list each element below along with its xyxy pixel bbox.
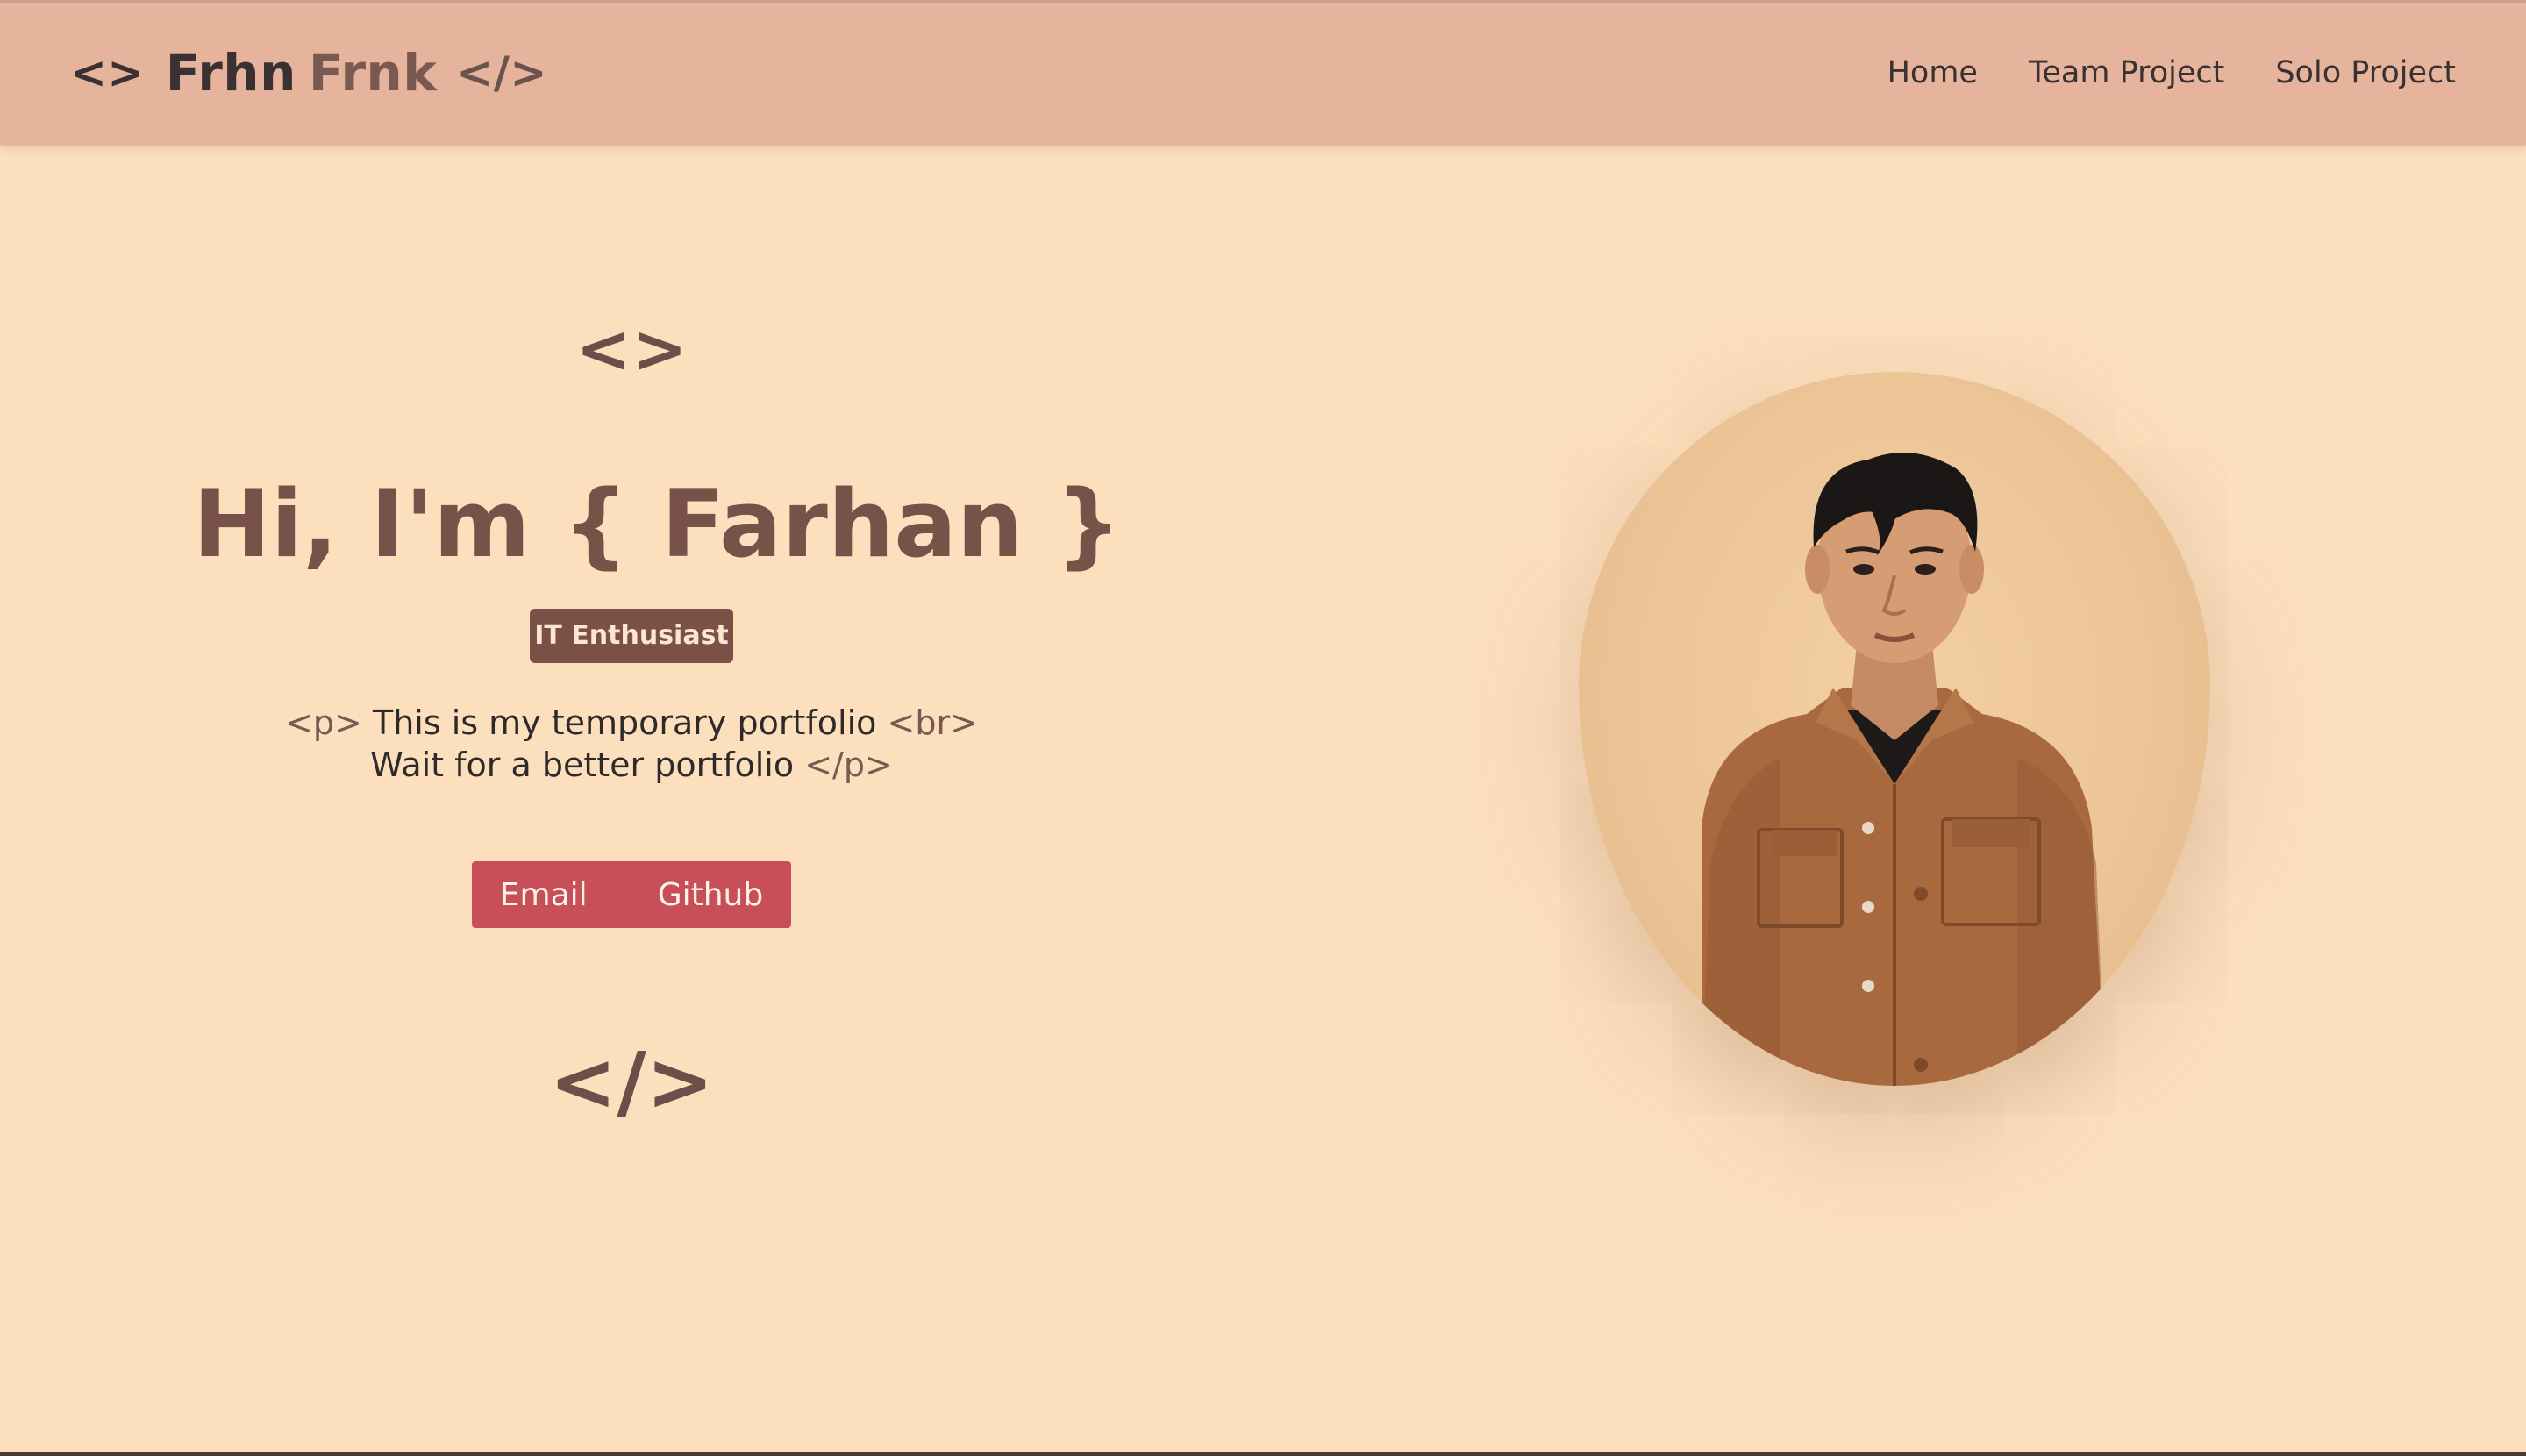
description-line-2: Wait for a better portfolio </p>	[193, 744, 1070, 786]
profile-photo	[1579, 372, 2210, 1086]
description-text-1: This is my temporary portfolio	[372, 703, 877, 742]
hero-section: <> Hi, I'm { Farhan } IT Enthusiast <p> …	[193, 310, 1122, 1140]
nav-link-home[interactable]: Home	[1887, 55, 1978, 90]
brand-open-code: <>	[70, 47, 145, 98]
nav-menu: Home Team Project Solo Project	[1887, 3, 2456, 143]
email-button[interactable]: Email	[500, 877, 588, 913]
code-bracket-open: <>	[575, 310, 688, 388]
code-bracket-close: </>	[549, 1035, 714, 1129]
description-text-2: Wait for a better portfolio	[370, 746, 795, 784]
tag-p-open: <p>	[285, 703, 362, 742]
hero-title: Hi, I'm { Farhan }	[193, 470, 1122, 578]
tag-br: <br>	[887, 703, 978, 742]
brand-logo[interactable]: <> Frhn Frnk </>	[70, 3, 547, 143]
nav-link-team-project[interactable]: Team Project	[2029, 55, 2224, 90]
contact-button-group: Email Github	[472, 861, 791, 928]
navbar: <> Frhn Frnk </> Home Team Project Solo …	[0, 0, 2526, 146]
nav-link-solo-project[interactable]: Solo Project	[2275, 55, 2456, 90]
brand-name-secondary: Frnk	[308, 43, 438, 103]
hero-description: <p> This is my temporary portfolio <br> …	[193, 702, 1070, 786]
brand-name-primary: Frhn	[165, 43, 296, 103]
github-button[interactable]: Github	[658, 877, 764, 913]
role-badge: IT Enthusiast	[530, 609, 733, 663]
person-illustration	[1702, 453, 2105, 1086]
brand-close-code: </>	[456, 47, 547, 98]
page-bottom-border	[0, 1452, 2526, 1456]
description-line-1: <p> This is my temporary portfolio <br>	[193, 702, 1070, 744]
tag-p-close: </p>	[804, 746, 893, 784]
